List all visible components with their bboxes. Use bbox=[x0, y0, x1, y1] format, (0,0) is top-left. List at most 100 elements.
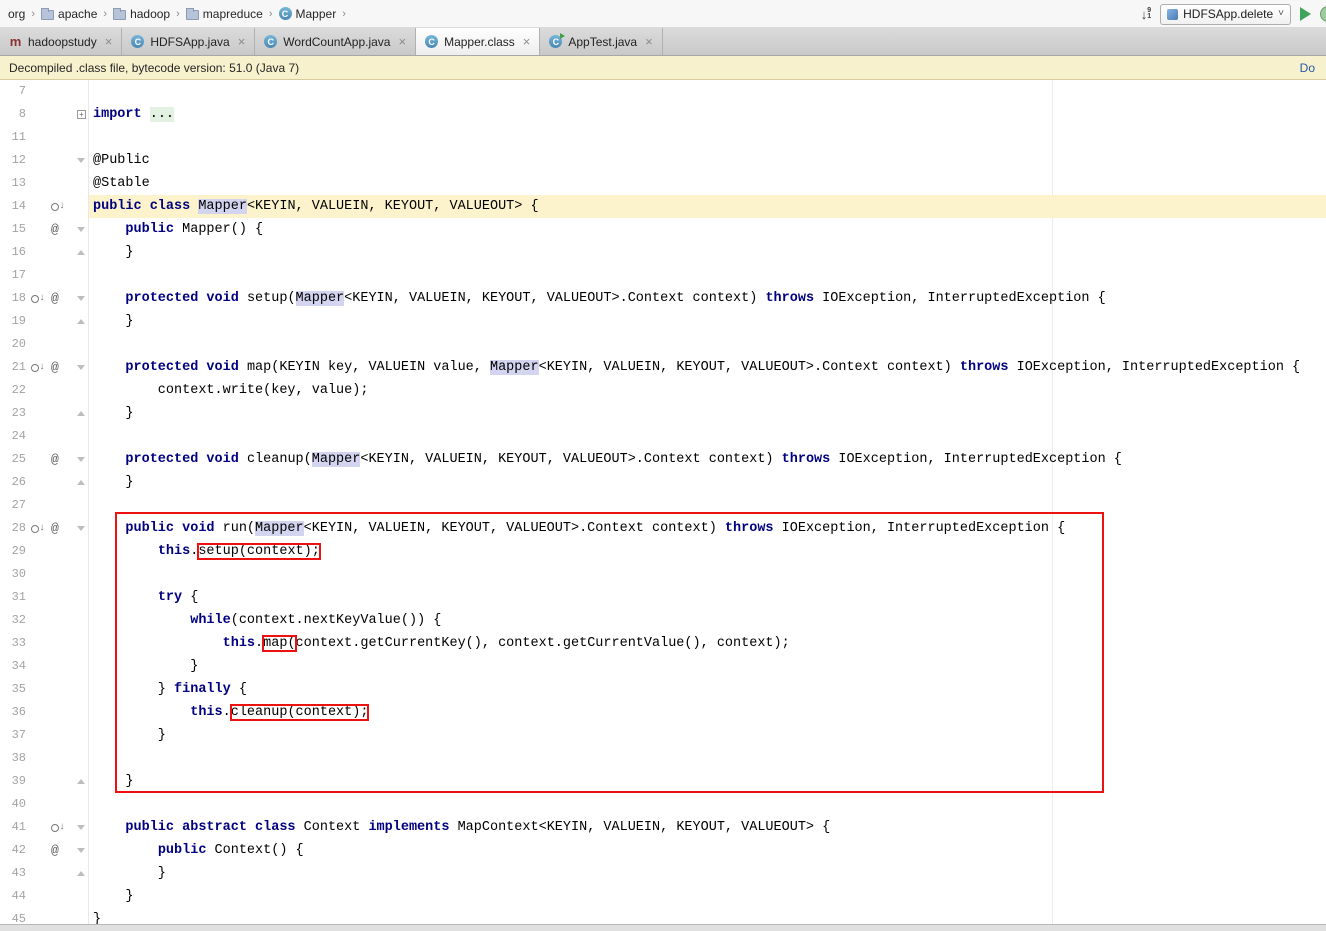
code-text[interactable]: @Public bbox=[89, 149, 1326, 172]
debug-icon-partial[interactable] bbox=[1320, 6, 1326, 22]
tab-Mapper.class[interactable]: CMapper.class× bbox=[416, 28, 540, 55]
code-text[interactable]: try { bbox=[89, 586, 1326, 609]
line-number: 17 bbox=[6, 264, 26, 287]
code-text[interactable]: public class Mapper<KEYIN, VALUEIN, KEYO… bbox=[89, 195, 1326, 218]
annotation-at-icon[interactable]: @ bbox=[51, 839, 59, 862]
chevron-down-icon: ˅ bbox=[1278, 9, 1284, 19]
tab-AppTest.java[interactable]: CAppTest.java× bbox=[540, 28, 662, 55]
code-text[interactable]: this.setup(context); bbox=[89, 540, 1326, 563]
breadcrumb: org›apache›hadoop›mapreduce›CMapper› bbox=[6, 6, 350, 22]
fold-marker[interactable] bbox=[77, 457, 85, 462]
breadcrumb-separator: › bbox=[342, 8, 346, 20]
fold-marker[interactable] bbox=[77, 871, 85, 876]
code-text[interactable]: public Mapper() { bbox=[89, 218, 1326, 241]
breadcrumb-item-mapreduce[interactable]: mapreduce bbox=[184, 6, 265, 22]
banner-message: Decompiled .class file, bytecode version… bbox=[9, 61, 299, 75]
run-configuration-select[interactable]: HDFSApp.delete ˅ bbox=[1160, 4, 1291, 25]
code-text[interactable] bbox=[89, 793, 1326, 816]
code-text[interactable] bbox=[89, 126, 1326, 149]
fold-marker[interactable] bbox=[77, 319, 85, 324]
banner-link[interactable]: Do bbox=[1300, 61, 1317, 75]
line-number: 35 bbox=[6, 678, 26, 701]
code-text[interactable]: protected void map(KEYIN key, VALUEIN va… bbox=[89, 356, 1326, 379]
gutter-cell: 25@ bbox=[0, 448, 89, 471]
fold-marker[interactable] bbox=[77, 526, 85, 531]
code-line-30: 30 bbox=[0, 563, 1326, 586]
close-tab-icon[interactable]: × bbox=[105, 34, 113, 49]
code-text[interactable]: } bbox=[89, 471, 1326, 494]
sort-digits: 9 1 bbox=[1147, 8, 1151, 20]
gutter-cell: 38 bbox=[0, 747, 89, 770]
breadcrumb-label: apache bbox=[58, 7, 97, 21]
overridden-marker-icon[interactable] bbox=[51, 816, 65, 839]
code-text[interactable]: public Context() { bbox=[89, 839, 1326, 862]
annotation-at-icon[interactable]: @ bbox=[51, 356, 59, 379]
code-text[interactable] bbox=[89, 494, 1326, 517]
code-line-38: 38 bbox=[0, 747, 1326, 770]
code-text[interactable]: public void run(Mapper<KEYIN, VALUEIN, K… bbox=[89, 517, 1326, 540]
code-text[interactable]: while(context.nextKeyValue()) { bbox=[89, 609, 1326, 632]
code-text[interactable]: protected void setup(Mapper<KEYIN, VALUE… bbox=[89, 287, 1326, 310]
breadcrumb-item-hadoop[interactable]: hadoop bbox=[111, 6, 172, 22]
overridden-marker-icon[interactable] bbox=[31, 356, 45, 379]
line-number: 37 bbox=[6, 724, 26, 747]
sort-descending-icon[interactable]: ↓ 9 1 bbox=[1141, 8, 1151, 21]
annotation-at-icon[interactable]: @ bbox=[51, 448, 59, 471]
code-text[interactable]: } bbox=[89, 655, 1326, 678]
code-text[interactable]: import ... bbox=[89, 103, 1326, 126]
fold-marker[interactable] bbox=[77, 779, 85, 784]
code-text[interactable]: } bbox=[89, 402, 1326, 425]
close-tab-icon[interactable]: × bbox=[523, 34, 531, 49]
close-tab-icon[interactable]: × bbox=[645, 34, 653, 49]
code-text[interactable] bbox=[89, 747, 1326, 770]
tab-hadoopstudy[interactable]: mhadoopstudy× bbox=[0, 28, 122, 55]
code-text[interactable]: } bbox=[89, 862, 1326, 885]
code-text[interactable]: public abstract class Context implements… bbox=[89, 816, 1326, 839]
breadcrumb-item-Mapper[interactable]: CMapper bbox=[277, 6, 339, 22]
annotation-at-icon[interactable]: @ bbox=[51, 287, 59, 310]
code-text[interactable]: } bbox=[89, 310, 1326, 333]
breadcrumb-item-org[interactable]: org bbox=[6, 6, 27, 22]
fold-marker[interactable] bbox=[77, 296, 85, 301]
run-button[interactable] bbox=[1300, 7, 1311, 21]
annotation-at-icon[interactable]: @ bbox=[51, 517, 59, 540]
code-text[interactable] bbox=[89, 264, 1326, 287]
fold-marker[interactable]: + bbox=[77, 110, 86, 119]
horizontal-scrollbar[interactable] bbox=[0, 924, 1326, 931]
code-text[interactable]: context.write(key, value); bbox=[89, 379, 1326, 402]
annotation-at-icon[interactable]: @ bbox=[51, 218, 59, 241]
fold-marker[interactable] bbox=[77, 365, 85, 370]
fold-marker[interactable] bbox=[77, 411, 85, 416]
overridden-marker-icon[interactable] bbox=[31, 287, 45, 310]
code-text[interactable]: protected void cleanup(Mapper<KEYIN, VAL… bbox=[89, 448, 1326, 471]
code-text[interactable]: } bbox=[89, 724, 1326, 747]
code-line-8: 8+import ... bbox=[0, 103, 1326, 126]
code-text[interactable]: @Stable bbox=[89, 172, 1326, 195]
code-text[interactable]: } finally { bbox=[89, 678, 1326, 701]
code-text[interactable]: this.map(context.getCurrentKey(), contex… bbox=[89, 632, 1326, 655]
fold-marker[interactable] bbox=[77, 158, 85, 163]
code-line-18: 18@ protected void setup(Mapper<KEYIN, V… bbox=[0, 287, 1326, 310]
code-text[interactable] bbox=[89, 563, 1326, 586]
overridden-marker-icon[interactable] bbox=[51, 195, 65, 218]
breadcrumb-item-apache[interactable]: apache bbox=[39, 6, 99, 22]
tab-HDFSApp.java[interactable]: CHDFSApp.java× bbox=[122, 28, 255, 55]
fold-marker[interactable] bbox=[77, 250, 85, 255]
gutter-cell: 17 bbox=[0, 264, 89, 287]
code-text[interactable] bbox=[89, 425, 1326, 448]
code-text[interactable] bbox=[89, 333, 1326, 356]
code-text[interactable]: this.cleanup(context); bbox=[89, 701, 1326, 724]
fold-marker[interactable] bbox=[77, 848, 85, 853]
code-text[interactable]: } bbox=[89, 885, 1326, 908]
fold-marker[interactable] bbox=[77, 227, 85, 232]
code-text[interactable] bbox=[89, 80, 1326, 103]
fold-marker[interactable] bbox=[77, 480, 85, 485]
fold-marker[interactable] bbox=[77, 825, 85, 830]
gutter-cell: 19 bbox=[0, 310, 89, 333]
code-text[interactable]: } bbox=[89, 770, 1326, 793]
tab-WordCountApp.java[interactable]: CWordCountApp.java× bbox=[255, 28, 416, 55]
code-text[interactable]: } bbox=[89, 241, 1326, 264]
close-tab-icon[interactable]: × bbox=[238, 34, 246, 49]
overridden-marker-icon[interactable] bbox=[31, 517, 45, 540]
close-tab-icon[interactable]: × bbox=[398, 34, 406, 49]
